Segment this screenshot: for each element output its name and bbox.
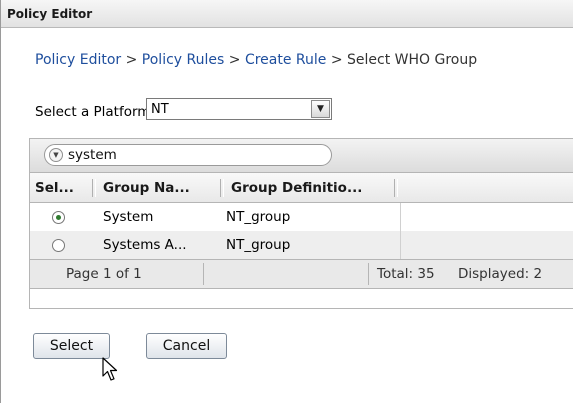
footer-divider <box>368 263 369 285</box>
policy-editor-window: Policy Editor Policy Editor > Policy Rul… <box>0 0 573 403</box>
breadcrumb-create-rule[interactable]: Create Rule <box>245 52 326 68</box>
chevron-down-icon[interactable]: ▼ <box>311 100 330 118</box>
filter-input[interactable]: ▼ system <box>44 144 332 166</box>
displayed-count: Displayed: 2 <box>458 266 543 282</box>
group-name-cell: Systems A... <box>103 237 187 253</box>
platform-selected-value: NT <box>151 102 169 117</box>
filter-toolbar: ▼ system <box>30 139 573 173</box>
breadcrumb-policy-rules[interactable]: Policy Rules <box>142 52 225 68</box>
breadcrumb-current-page: Select WHO Group <box>347 52 478 68</box>
breadcrumb-separator: > <box>330 52 343 68</box>
column-resize-handle[interactable] <box>394 179 398 197</box>
row-divider <box>400 203 401 231</box>
column-header-select[interactable]: Sel... <box>30 173 74 203</box>
page-indicator: Page 1 of 1 <box>66 266 142 282</box>
total-count: Total: 35 <box>377 266 435 282</box>
table-row[interactable]: Systems A... NT_group <box>30 231 573 259</box>
column-resize-handle[interactable] <box>220 179 224 197</box>
group-name-cell: System <box>103 209 154 225</box>
platform-select[interactable]: NT ▼ <box>146 98 332 120</box>
group-definition-cell: NT_group <box>226 237 291 253</box>
column-header-group-name[interactable]: Group Na... <box>98 173 190 203</box>
breadcrumb: Policy Editor > Policy Rules > Create Ru… <box>35 52 477 68</box>
table-row[interactable]: System NT_group <box>30 203 573 231</box>
cancel-button[interactable]: Cancel <box>146 333 227 359</box>
filter-dropdown-icon[interactable]: ▼ <box>49 148 63 162</box>
platform-label: Select a Platform: <box>35 104 155 120</box>
row-radio-button[interactable] <box>52 239 65 252</box>
arrow-pointer-icon <box>102 357 118 381</box>
column-header-group-definition[interactable]: Group Definitio... <box>226 173 362 203</box>
row-divider <box>400 231 401 259</box>
breadcrumb-separator: > <box>125 52 138 68</box>
group-table: ▼ system Sel... Group Na... Group Defini… <box>29 138 573 309</box>
table-header: Sel... Group Na... Group Definitio... <box>30 173 573 203</box>
group-definition-cell: NT_group <box>226 209 291 225</box>
row-radio-button[interactable] <box>52 211 65 224</box>
select-button[interactable]: Select <box>33 333 110 359</box>
breadcrumb-policy-editor[interactable]: Policy Editor <box>35 52 121 68</box>
footer-divider <box>203 263 204 285</box>
table-footer: Page 1 of 1 Total: 35 Displayed: 2 <box>30 259 573 289</box>
filter-value: system <box>68 147 117 163</box>
breadcrumb-separator: > <box>228 52 241 68</box>
window-title: Policy Editor <box>1 0 573 28</box>
column-resize-handle[interactable] <box>92 179 96 197</box>
